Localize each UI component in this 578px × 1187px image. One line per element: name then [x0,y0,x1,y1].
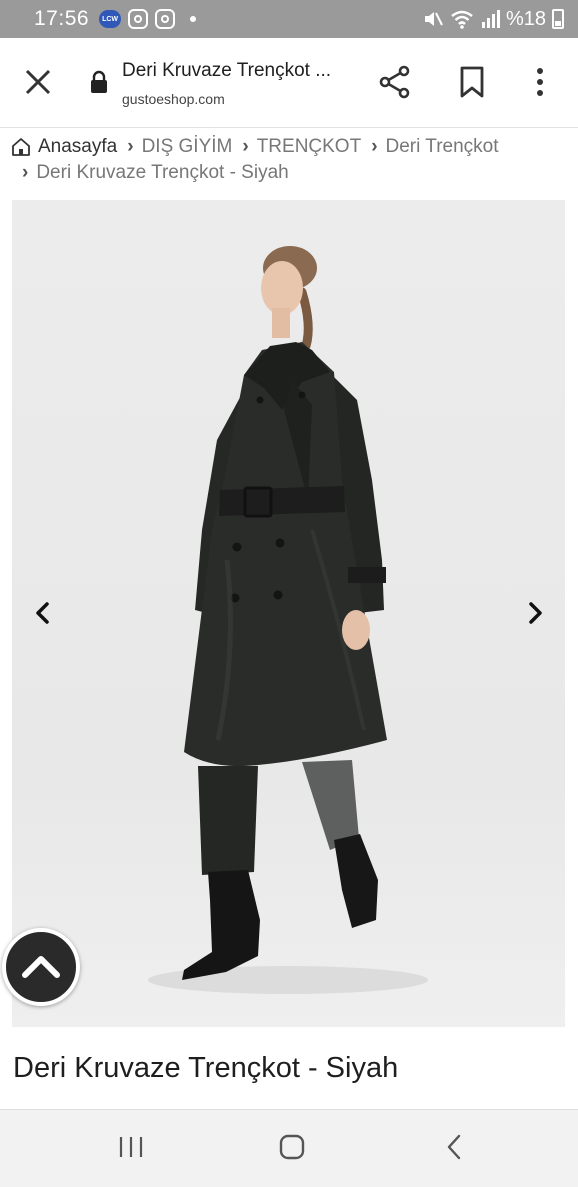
product-photo-model [148,246,428,994]
breadcrumb-item[interactable]: Deri Trençkot [386,134,499,160]
back-icon[interactable] [444,1133,464,1161]
battery-icon [552,9,564,29]
chevron-right-icon: › [371,136,378,157]
signal-icon [481,10,500,28]
chevron-right-icon: › [22,162,29,183]
system-icons: %18 [422,8,564,31]
browser-toolbar: Deri Kruvaze Trençkot ... gustoeshop.com [0,38,578,128]
breadcrumb: Anasayfa › DIŞ GİYİM › TRENÇKOT › Deri T… [10,134,570,186]
chevron-right-icon[interactable] [524,600,546,626]
home-icon[interactable] [10,136,32,158]
breadcrumb-item[interactable]: DIŞ GİYİM [142,134,233,160]
breadcrumb-item[interactable]: TRENÇKOT [257,134,362,160]
breadcrumb-home[interactable]: Anasayfa [38,134,117,160]
instagram-icon [128,9,149,29]
breadcrumb-row-2: › Deri Kruvaze Trençkot - Siyah [10,160,570,186]
mute-icon [424,12,443,26]
bookmark-icon[interactable] [455,64,489,100]
page-domain[interactable]: gustoeshop.com [122,91,225,107]
recent-apps-icon[interactable] [116,1134,146,1160]
breadcrumb-current: Deri Kruvaze Trençkot - Siyah [36,162,289,183]
status-time: 17:56 [34,7,90,30]
notification-icons: LCW [99,9,197,29]
instagram-icon-2 [155,9,176,29]
more-vert-icon[interactable] [526,64,554,100]
close-icon[interactable] [22,66,54,98]
product-title: Deri Kruvaze Trençkot - Siyah [13,1052,399,1084]
chevron-left-icon[interactable] [32,600,54,626]
status-bar: 17:56 LCW %18 [0,0,578,38]
product-image[interactable] [12,200,565,1027]
battery-percent: %18 [505,7,546,30]
wifi-icon [451,10,473,29]
chevron-up-icon [22,956,60,978]
chevron-right-icon: › [242,136,249,157]
more-notifications-icon [190,16,197,22]
page-title[interactable]: Deri Kruvaze Trençkot ... [122,60,331,82]
scroll-to-top-button[interactable] [2,928,80,1006]
system-nav-bar [0,1109,578,1187]
breadcrumb-row-1: Anasayfa › DIŞ GİYİM › TRENÇKOT › Deri T… [10,134,570,160]
chevron-right-icon: › [127,136,134,157]
share-icon[interactable] [377,64,413,100]
lcw-app-icon: LCW [99,10,122,28]
home-button-icon[interactable] [278,1133,306,1161]
lock-icon[interactable] [89,70,109,94]
